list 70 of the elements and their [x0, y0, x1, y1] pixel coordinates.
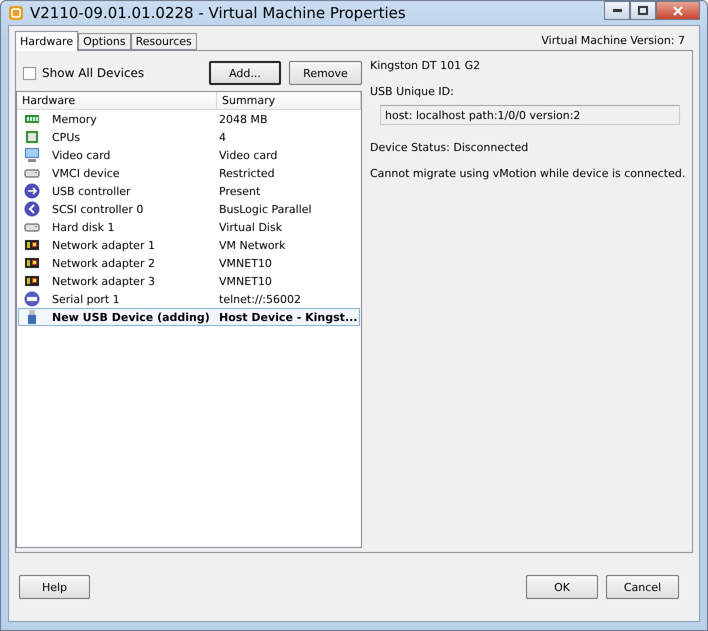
checkbox[interactable] [23, 66, 36, 80]
close-button[interactable] [656, 1, 700, 20]
tab[interactable]: Hardware [15, 31, 78, 51]
device-summary: Restricted [219, 166, 276, 180]
usb-icon [24, 183, 40, 199]
device-row[interactable]: Hard disk 1 Virtual Disk [18, 218, 360, 236]
device-row[interactable]: Network adapter 1 VM Network [18, 236, 360, 254]
device-summary: Present [219, 184, 262, 198]
arrow-circle-icon [24, 201, 40, 217]
device-name: Network adapter 2 [52, 256, 155, 270]
device-row[interactable]: CPUs 4 [18, 128, 360, 146]
device-name: Network adapter 1 [52, 238, 155, 252]
tab[interactable]: Resources [130, 33, 197, 50]
app-logo-icon [8, 5, 24, 21]
device-name: Video card [52, 148, 110, 162]
device-summary: telnet://:56002 [219, 292, 302, 306]
device-name: New USB Device (adding) [52, 310, 210, 324]
device-title: Kingston DT 101 G2 [370, 59, 482, 72]
device-summary: BusLogic Parallel [219, 202, 313, 216]
device-summary: 4 [219, 130, 227, 144]
device-row[interactable]: Serial port 1 telnet://:56002 [18, 290, 360, 308]
device-summary: Host Device - Kingst... [219, 310, 358, 324]
network-card-icon [24, 255, 40, 271]
device-name: Hard disk 1 [52, 220, 114, 234]
device-row[interactable]: Network adapter 3 VMNET10 [18, 272, 360, 290]
device-row[interactable]: Memory 2048 MB [18, 110, 360, 128]
column-header[interactable]: Hardware [17, 92, 217, 109]
column-header[interactable]: Summary [217, 92, 361, 109]
device-row[interactable]: USB controller Present [18, 182, 360, 200]
device-summary: 2048 MB [219, 112, 269, 126]
migration-note: Cannot migrate using vMotion while device is connected. [370, 167, 686, 180]
remove-button[interactable]: Remove [289, 61, 362, 85]
device-name: Serial port 1 [52, 292, 120, 306]
minimize-button[interactable] [604, 1, 630, 20]
id-field[interactable]: host: localhost path:1/0/0 version:2 [380, 105, 680, 125]
device-name: SCSI controller 0 [52, 202, 144, 216]
window-title: V2110-09.01.01.0228 - Virtual Machine Properties [30, 4, 407, 22]
device-name: VMCI device [52, 166, 120, 180]
device-name: CPUs [52, 130, 80, 144]
id-label: USB Unique ID: [370, 85, 455, 98]
device-summary: Video card [219, 148, 278, 162]
ok-button[interactable]: OK [526, 575, 598, 599]
device-row[interactable]: New USB Device (adding) Host Device - Kingst... [18, 308, 360, 326]
help-button[interactable]: Help [19, 575, 90, 599]
tab[interactable]: Options [78, 33, 131, 50]
device-row[interactable]: Video card Video card [18, 146, 360, 164]
device-name: Network adapter 3 [52, 274, 155, 288]
chip-icon [24, 129, 40, 145]
maximize-icon [638, 6, 648, 15]
device-name: USB controller [52, 184, 131, 198]
cancel-button[interactable]: Cancel [606, 575, 679, 599]
version-label: Virtual Machine Version: 7 [541, 34, 685, 46]
device-row[interactable]: VMCI device Restricted [18, 164, 360, 182]
device-name: Memory [52, 112, 97, 126]
serial-port-icon [24, 291, 40, 307]
device-summary: VMNET10 [219, 274, 273, 288]
network-card-icon [24, 273, 40, 289]
monitor-icon [24, 147, 40, 163]
device-summary: Virtual Disk [219, 220, 284, 234]
checkbox-label: Show All Devices [42, 66, 144, 80]
add-button[interactable]: Add... [209, 61, 281, 85]
maximize-button[interactable] [630, 1, 656, 20]
minimize-icon [612, 9, 622, 12]
device-status: Device Status: Disconnected [370, 141, 530, 154]
device-row[interactable]: SCSI controller 0 BusLogic Parallel [18, 200, 360, 218]
device-row[interactable]: Network adapter 2 VMNET10 [18, 254, 360, 272]
device-summary: VM Network [219, 238, 286, 252]
close-icon [673, 6, 683, 16]
device-summary: VMNET10 [219, 256, 273, 270]
network-card-icon [24, 237, 40, 253]
